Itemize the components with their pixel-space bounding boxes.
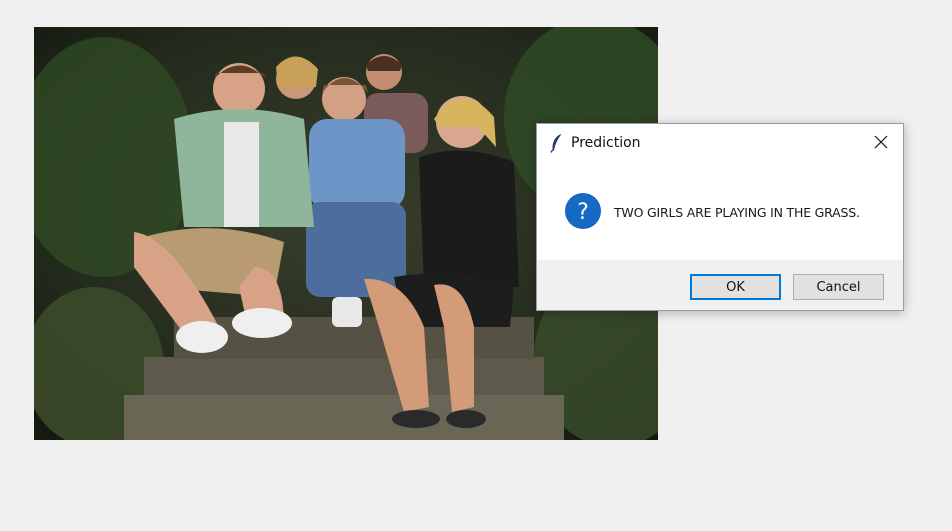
cancel-button[interactable]: Cancel: [793, 274, 884, 300]
ok-button[interactable]: OK: [690, 274, 781, 300]
dialog-body: ? TWO GIRLS ARE PLAYING IN THE GRASS.: [537, 162, 903, 260]
feather-icon: [549, 133, 563, 153]
prediction-message: TWO GIRLS ARE PLAYING IN THE GRASS.: [614, 205, 860, 220]
close-button[interactable]: [859, 124, 903, 162]
svg-text:?: ?: [577, 200, 589, 225]
dialog-titlebar[interactable]: Prediction: [537, 124, 903, 162]
question-icon: ?: [564, 192, 602, 230]
prediction-dialog: Prediction ? TWO GIRLS ARE PLAYING IN TH…: [536, 123, 904, 311]
close-icon: [874, 134, 888, 153]
dialog-title: Prediction: [571, 135, 641, 151]
dialog-footer: OK Cancel: [537, 260, 903, 310]
